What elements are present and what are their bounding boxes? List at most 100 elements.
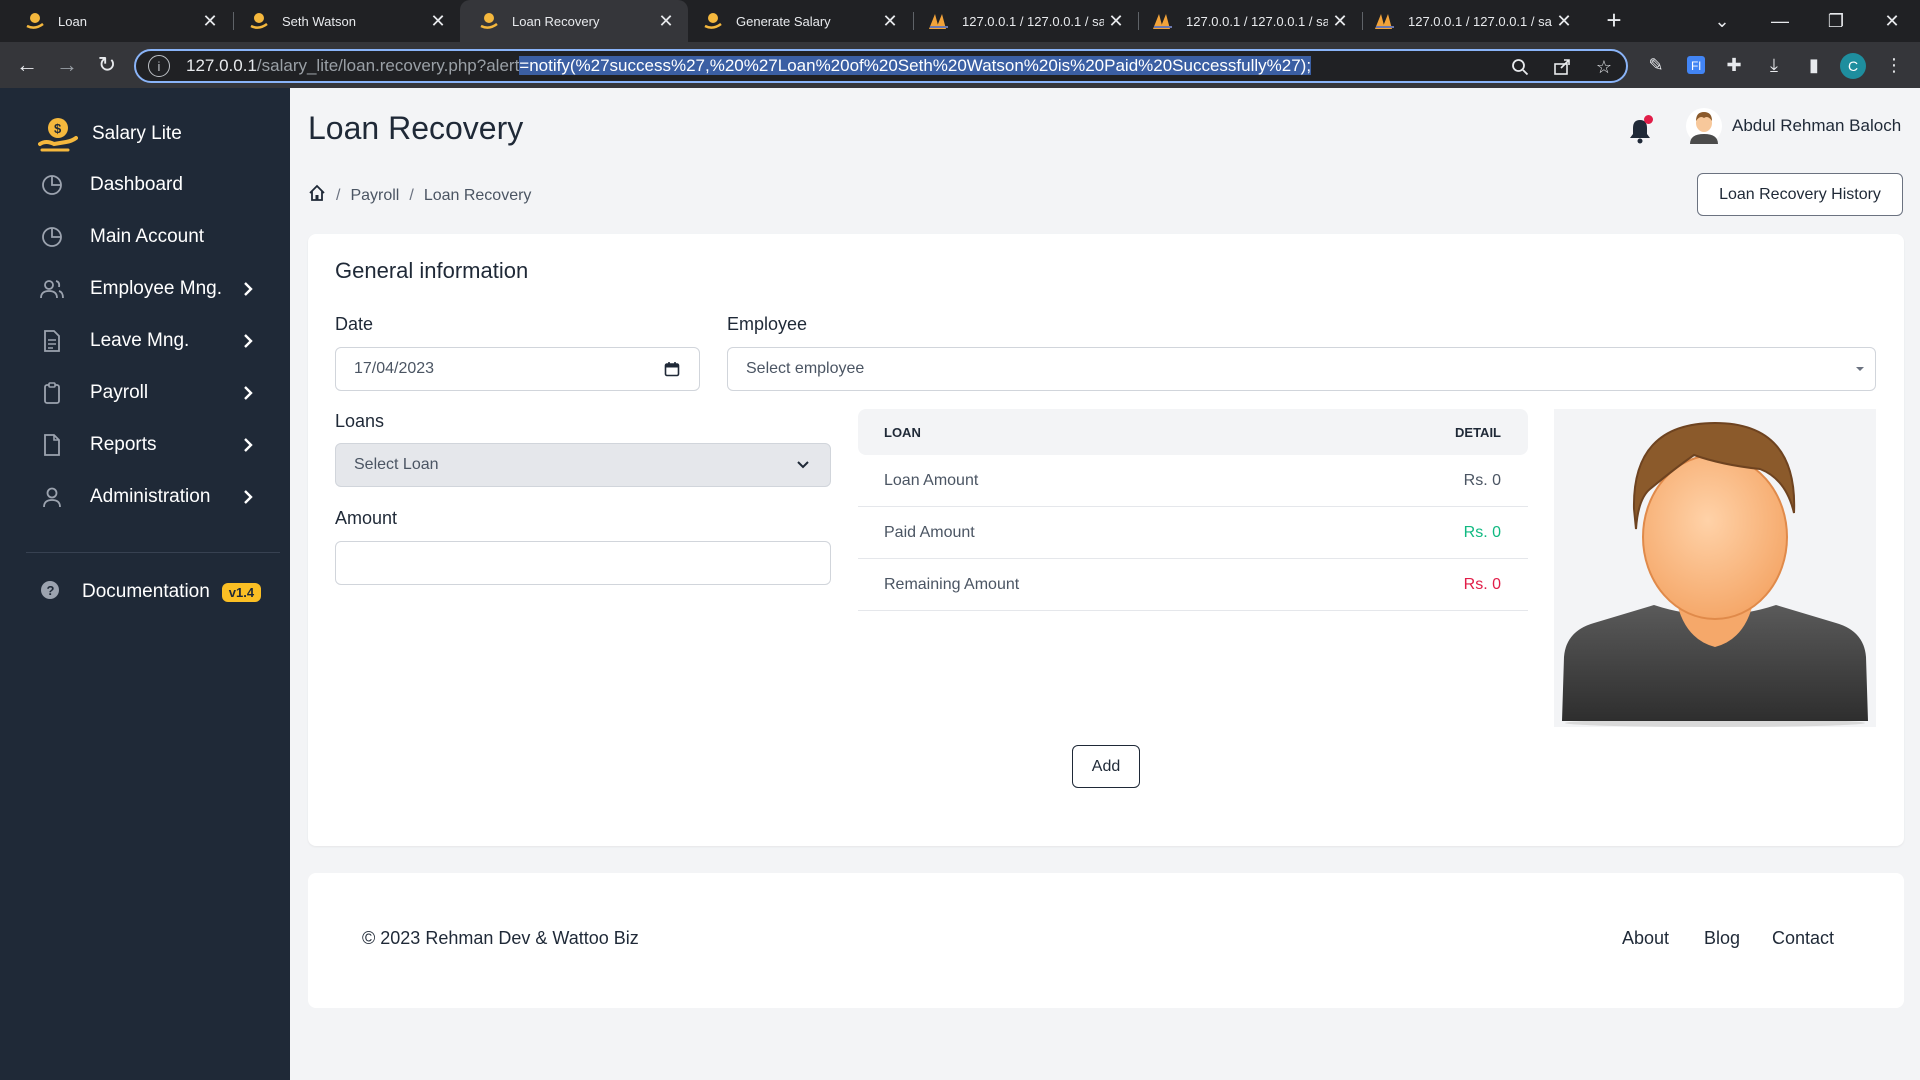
column-header-detail: DETAIL	[1455, 424, 1501, 440]
close-icon[interactable]: ✕	[1328, 9, 1352, 33]
sidebar-item-dashboard[interactable]: Dashboard	[40, 165, 270, 205]
zoom-icon[interactable]	[1508, 55, 1532, 79]
sidebar-item-label: Dashboard	[90, 174, 183, 195]
copyright-year: © 2023	[362, 928, 421, 948]
close-icon[interactable]: ✕	[1552, 9, 1576, 33]
salary-lite-logo-icon: $	[38, 118, 78, 152]
tab-title: 127.0.0.1 / 127.0.0.1 / salar	[1186, 13, 1328, 29]
user-name: Abdul Rehman Baloch	[1732, 116, 1902, 135]
sidebar-item-employee-mng[interactable]: Employee Mng.	[40, 269, 270, 309]
sidebar-item-documentation[interactable]: ? Documentation v1.4	[40, 572, 262, 612]
kebab-menu-icon[interactable]: ⋮	[1880, 51, 1908, 79]
sidebar-item-administration[interactable]: Administration	[40, 477, 270, 517]
side-panel-icon[interactable]: ▮	[1800, 51, 1828, 79]
browser-tab[interactable]: 127.0.0.1 / 127.0.0.1 / salar ✕	[1138, 0, 1362, 42]
tab-title: 127.0.0.1 / 127.0.0.1 / salar	[962, 13, 1104, 29]
site-info-icon[interactable]: i	[148, 55, 170, 77]
sidebar-item-label: Reports	[90, 434, 157, 455]
bookmark-star-icon[interactable]: ☆	[1592, 55, 1616, 79]
loan-recovery-history-button[interactable]: Loan Recovery History	[1697, 173, 1903, 216]
sidebar-item-payroll[interactable]: Payroll	[40, 373, 270, 413]
date-input[interactable]: 17/04/2023	[335, 347, 700, 391]
row-label: Loan Amount	[884, 471, 979, 489]
salary-lite-favicon-icon	[248, 10, 270, 32]
date-label: Date	[335, 314, 374, 334]
employee-select[interactable]: Select employee	[727, 347, 1876, 391]
download-icon[interactable]: ⤓	[1760, 51, 1788, 79]
browser-tab-active[interactable]: Loan Recovery ✕	[460, 0, 688, 42]
footer-link-about[interactable]: About	[1622, 928, 1669, 949]
translate-extension-icon[interactable]: Fl	[1682, 51, 1710, 79]
user-menu[interactable]: Abdul Rehman Baloch	[1686, 108, 1901, 144]
browser-tab[interactable]: Generate Salary ✕	[688, 0, 912, 42]
copyright-owner-link[interactable]: Rehman Dev & Wattoo Biz	[425, 928, 638, 948]
tab-title: 127.0.0.1 / 127.0.0.1 / salar	[1408, 13, 1552, 29]
sidebar-item-main-account[interactable]: Main Account	[40, 217, 270, 257]
profile-avatar[interactable]: C	[1840, 53, 1866, 79]
back-arrow-icon[interactable]: ←	[12, 50, 42, 80]
url-selected-query: =notify(%27success%27,%20%27Loan%20of%20…	[519, 56, 1312, 75]
brand[interactable]: $ Salary Lite	[38, 114, 182, 154]
sidebar-item-label: Payroll	[90, 382, 149, 403]
reload-icon[interactable]: ↻	[92, 50, 122, 80]
sidebar-item-label: Administration	[90, 486, 211, 507]
copyright: © 2023 Rehman Dev & Wattoo Biz	[362, 928, 639, 949]
extensions-puzzle-icon[interactable]: ✚	[1720, 51, 1748, 79]
pen-extension-icon[interactable]: ✎	[1642, 51, 1670, 79]
table-row: Remaining Amount Rs. 0	[858, 559, 1528, 611]
close-icon[interactable]: ✕	[198, 9, 222, 33]
phpmyadmin-favicon-icon	[1374, 10, 1396, 32]
pie-chart-icon	[40, 225, 64, 249]
add-button[interactable]: Add	[1072, 745, 1140, 788]
omnibox-actions: ☆	[1508, 55, 1616, 79]
close-icon[interactable]: ✕	[878, 9, 902, 33]
address-bar[interactable]: i 127.0.0.1/salary_lite/loan.recovery.ph…	[134, 49, 1628, 83]
svg-text:$: $	[54, 121, 62, 136]
employee-photo	[1554, 409, 1876, 727]
version-badge: v1.4	[221, 582, 262, 602]
paid-amount-value: Rs. 0	[1463, 523, 1501, 541]
calendar-icon[interactable]	[663, 360, 681, 378]
svg-text:?: ?	[47, 583, 55, 598]
footer-link-contact[interactable]: Contact	[1772, 928, 1834, 949]
sidebar-item-label: Documentation	[82, 581, 210, 602]
sidebar-item-reports[interactable]: Reports	[40, 425, 270, 465]
minimize-icon[interactable]: —	[1752, 0, 1808, 42]
sidebar: $ Salary Lite Dashboard Main Account Emp…	[0, 88, 290, 1080]
chevron-right-icon	[236, 433, 260, 457]
browser-tab[interactable]: 127.0.0.1 / 127.0.0.1 / salar ✕	[1362, 0, 1586, 42]
restore-icon[interactable]: ❐	[1808, 0, 1864, 42]
new-tab-plus-icon[interactable]: +	[1600, 7, 1628, 35]
url-text[interactable]: 127.0.0.1/salary_lite/loan.recovery.php?…	[186, 56, 1312, 76]
browser-tab[interactable]: Seth Watson ✕	[234, 0, 460, 42]
phpmyadmin-favicon-icon	[928, 10, 950, 32]
loans-label: Loans	[335, 411, 385, 431]
help-circle-icon: ?	[40, 580, 60, 605]
home-icon[interactable]	[308, 184, 326, 207]
row-label: Paid Amount	[884, 523, 975, 541]
tab-search-chevron-icon[interactable]: ⌄	[1694, 0, 1750, 42]
users-icon	[40, 277, 64, 301]
browser-tab[interactable]: 127.0.0.1 / 127.0.0.1 / salar ✕	[914, 0, 1138, 42]
footer-link-blog[interactable]: Blog	[1704, 928, 1740, 949]
browser-tab[interactable]: Loan ✕	[0, 0, 232, 42]
amount-label: Amount	[335, 508, 398, 528]
salary-lite-favicon-icon	[702, 10, 724, 32]
breadcrumb-payroll[interactable]: Payroll	[350, 187, 399, 205]
sidebar-item-leave-mng[interactable]: Leave Mng.	[40, 321, 270, 361]
close-icon[interactable]: ✕	[1104, 9, 1128, 33]
pie-chart-icon	[40, 173, 64, 197]
url-path: /salary_lite/loan.recovery.php?alert	[256, 56, 520, 75]
breadcrumb: / Payroll / Loan Recovery	[308, 184, 531, 207]
loans-select[interactable]: Select Loan	[335, 443, 831, 487]
close-icon[interactable]: ✕	[654, 9, 678, 33]
sidebar-divider	[26, 552, 280, 553]
close-icon[interactable]: ✕	[426, 9, 450, 33]
table-row: Loan Amount Rs. 0	[858, 455, 1528, 507]
brand-name: Salary Lite	[92, 123, 182, 144]
close-window-icon[interactable]: ✕	[1864, 0, 1920, 42]
share-icon[interactable]	[1550, 55, 1574, 79]
sidebar-item-label: Leave Mng.	[90, 330, 190, 351]
amount-input[interactable]	[335, 541, 831, 585]
forward-arrow-icon[interactable]: →	[52, 50, 82, 80]
